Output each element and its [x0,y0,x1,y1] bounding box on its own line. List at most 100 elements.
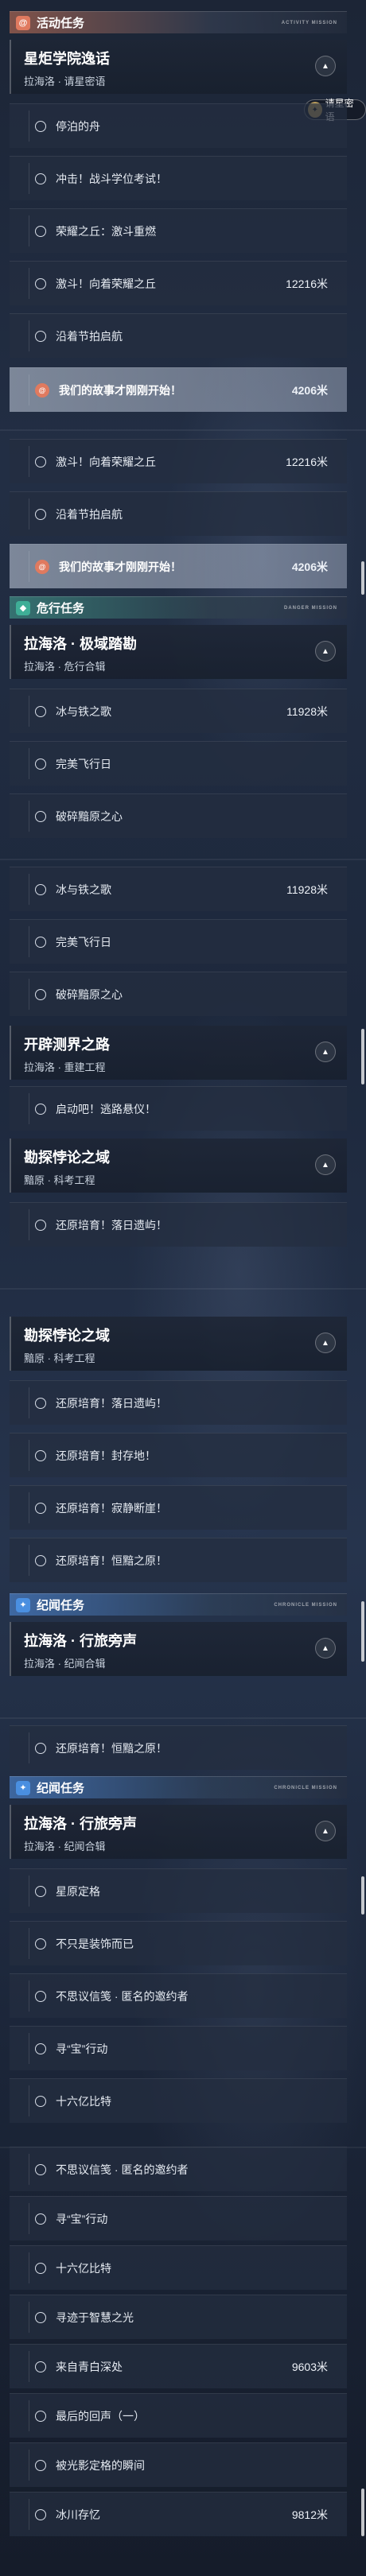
circle-icon [35,1103,46,1115]
circle-icon [35,1449,46,1461]
task-item[interactable]: 停泊的舟 [10,103,347,148]
task-label: 寻“宝”行动 [56,2042,108,2055]
chevron-up-icon[interactable]: ▲ [315,1042,336,1062]
task-item[interactable]: 启动吧！逃路悬仪！ [10,1086,347,1131]
quest-header-kantan[interactable]: 勘探悖论之域 黯原 · 科考工程 ▲ [10,1317,347,1371]
category-header-chronicle[interactable]: ✦ 纪闻任务 CHRONICLE MISSION [10,1776,347,1798]
quest-title: 拉海洛 · 行旅旁声 [24,1633,137,1649]
task-item[interactable]: 还原培育！恒黯之原！ [10,1725,347,1770]
task-item[interactable]: 星原定格 [10,1868,347,1913]
task-item[interactable]: 来自青白深处 9603米 [10,2344,347,2388]
chevron-up-icon[interactable]: ▲ [315,1638,336,1658]
task-item[interactable]: 沿着节拍启航 [10,313,347,358]
task-item[interactable]: 荣耀之丘：激斗重燃 [10,208,347,253]
circle-icon [35,1397,46,1409]
circle-icon [35,810,46,822]
task-label: 完美飞行日 [56,935,111,949]
circle-icon [35,456,46,467]
quest-subtitle: 拉海洛 · 危行合辑 [24,661,106,673]
category-header-activity[interactable]: @ 活动任务 ACTIVITY MISSION [10,11,347,33]
chevron-up-icon[interactable]: ▲ [315,56,336,76]
task-item-active[interactable]: @ 我们的故事才刚刚开始！ 4206米 [10,367,347,412]
task-item[interactable]: 十六亿比特 [10,2078,347,2123]
chevron-up-icon[interactable]: ▲ [315,641,336,661]
category-tag: CHRONICLE MISSION [274,1602,337,1608]
task-label: 我们的故事才刚刚开始！ [59,560,181,573]
task-distance: 12216米 [286,455,328,468]
task-item[interactable]: 十六亿比特 [10,2245,347,2290]
task-item[interactable]: 不思议信笺 · 匿名的邀约者 [10,2147,347,2191]
category-label: 活动任务 [37,17,85,30]
quest-header-kaipi[interactable]: 开辟测界之路 拉海洛 · 重建工程 ▲ [10,1026,347,1080]
task-item[interactable]: 还原培育！寂静断崖！ [10,1485,347,1530]
task-item[interactable]: 最后的回声（一） [10,2393,347,2438]
circle-icon [35,2311,46,2323]
task-item[interactable]: 激斗！向着荣耀之丘 12216米 [10,439,347,483]
category-label: 纪闻任务 [37,1782,85,1795]
task-item[interactable]: 被光影定格的瞬间 [10,2442,347,2487]
task-item[interactable]: 还原培育！落日遗屿！ [10,1380,347,1425]
quest-title: 勘探悖论之域 [24,1328,110,1344]
category-tag: DANGER MISSION [283,605,337,611]
circle-icon [35,758,46,770]
task-item[interactable]: 完美飞行日 [10,919,347,964]
chevron-up-icon[interactable]: ▲ [315,1154,336,1175]
chevron-up-icon[interactable]: ▲ [315,1821,336,1841]
task-item[interactable]: 冲击！战斗学位考试！ [10,156,347,200]
circle-icon [35,2410,46,2422]
task-item[interactable]: 不只是装饰而已 [10,1921,347,1965]
circle-icon [35,120,46,132]
quest-header-jiyu[interactable]: 拉海洛 · 极域踏勘 拉海洛 · 危行合辑 ▲ [10,625,347,679]
task-item-active[interactable]: @ 我们的故事才刚刚开始！ 4206米 [10,544,347,588]
task-label: 还原培育！落日遗屿！ [56,1218,167,1232]
task-label: 冲击！战斗学位考试！ [56,172,167,185]
quest-subtitle: 黯原 · 科考工程 [24,1174,95,1186]
circle-icon [35,173,46,184]
task-item[interactable]: 寻迹于智慧之光 [10,2295,347,2339]
task-label: 寻迹于智慧之光 [56,2310,134,2324]
scrollbar[interactable] [361,1601,364,1662]
quest-header-xingju[interactable]: 星炬学院逸话 拉海洛 · 请星密语 ▲ [10,40,347,94]
task-item[interactable]: 完美飞行日 [10,741,347,786]
circle-icon [35,705,46,717]
circle-icon [35,1885,46,1897]
task-item[interactable]: 冰与铁之歌 11928米 [10,689,347,733]
category-header-danger[interactable]: ◆ 危行任务 DANGER MISSION [10,596,347,619]
task-item[interactable]: 寻“宝”行动 [10,2026,347,2070]
task-label: 冰川存忆 [56,2508,100,2521]
quest-panel-6: 不思议信笺 · 匿名的邀约者 寻“宝”行动 十六亿比特 寻迹于智慧之光 来自青白… [0,2147,366,2576]
task-label: 还原培育！落日遗屿！ [56,1396,167,1410]
task-item[interactable]: 还原培育！恒黯之原！ [10,1538,347,1582]
circle-icon [35,1742,46,1754]
quest-panel-4: 勘探悖论之域 黯原 · 科考工程 ▲ 还原培育！落日遗屿！ 还原培育！封存地！ … [0,1288,366,1717]
quest-panel-5: 还原培育！恒黯之原！ ✦ 纪闻任务 CHRONICLE MISSION 拉海洛 … [0,1717,366,2147]
quest-subtitle: 黯原 · 科考工程 [24,1352,95,1364]
task-item[interactable]: 寻“宝”行动 [10,2196,347,2240]
scrollbar[interactable] [361,1876,364,1915]
task-item[interactable]: 还原培育！落日遗屿！ [10,1202,347,1247]
scrollbar[interactable] [361,561,364,595]
circle-icon [35,2213,46,2225]
quest-title: 开辟测界之路 [24,1037,110,1053]
category-header-chronicle[interactable]: ✦ 纪闻任务 CHRONICLE MISSION [10,1593,347,1616]
task-item[interactable]: 冰与铁之歌 11928米 [10,867,347,911]
scrollbar[interactable] [361,2489,364,2536]
scrollbar[interactable] [361,1029,364,1084]
category-tag: ACTIVITY MISSION [281,20,337,25]
task-item[interactable]: 破碎黯原之心 [10,972,347,1016]
task-item[interactable]: 沿着节拍启航 [10,491,347,536]
task-label: 还原培育！寂静断崖！ [56,1501,167,1515]
task-label: 荣耀之丘：激斗重燃 [56,224,156,238]
task-label: 停泊的舟 [56,119,100,133]
task-distance: 4206米 [291,383,328,397]
task-item[interactable]: 激斗！向着荣耀之丘 12216米 [10,261,347,305]
quest-header-xinglv[interactable]: 拉海洛 · 行旅旁声 拉海洛 · 纪闻合辑 ▲ [10,1622,347,1676]
task-item[interactable]: 不思议信笺 · 匿名的邀约者 [10,1973,347,2018]
quest-header-kantan[interactable]: 勘探悖论之域 黯原 · 科考工程 ▲ [10,1139,347,1193]
task-item[interactable]: 还原培育！封存地！ [10,1433,347,1477]
chevron-up-icon[interactable]: ▲ [315,1333,336,1353]
task-item[interactable]: 冰川存忆 9812米 [10,2492,347,2536]
quest-header-xinglv[interactable]: 拉海洛 · 行旅旁声 拉海洛 · 纪闻合辑 ▲ [10,1805,347,1859]
task-item[interactable]: 破碎黯原之心 [10,793,347,838]
shield-icon: ◆ [16,600,30,615]
